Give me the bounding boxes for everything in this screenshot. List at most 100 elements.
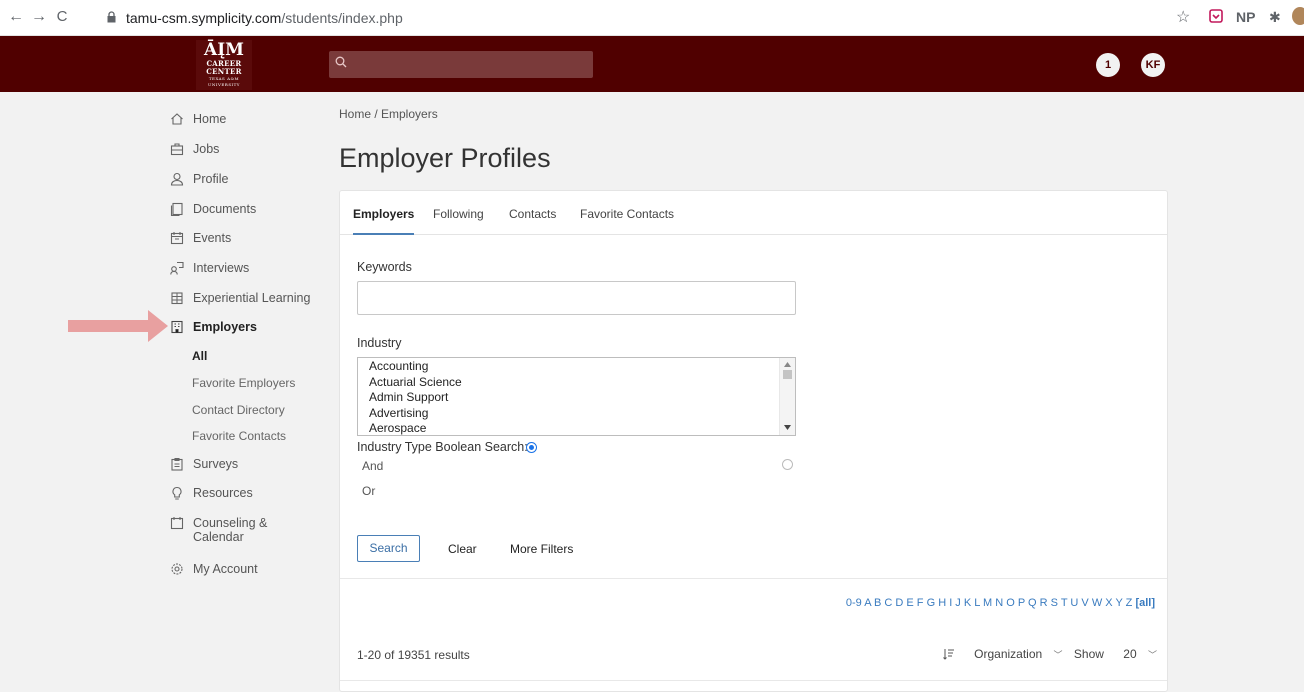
sidebar-item-counseling-calendar[interactable]: Counseling & Calendar: [170, 516, 267, 550]
sidebar-item-home[interactable]: Home: [170, 112, 226, 132]
lightbulb-icon: [172, 486, 182, 500]
sidebar-label: Resources: [193, 486, 253, 500]
search-button[interactable]: Search: [357, 535, 420, 562]
sidebar-subitem-favorite-employers[interactable]: Favorite Employers: [192, 376, 295, 390]
page-title: Employer Profiles: [339, 143, 551, 173]
boolean-or-label: Or: [362, 484, 376, 498]
site-header: ĀĮM CAREER CENTER TEXAS A&M UNIVERSITY 1…: [0, 36, 1304, 92]
alphabet-index: 0-9 A B C D E F G H I J K L M N O P Q R …: [846, 597, 1155, 609]
tab-employers[interactable]: Employers: [353, 207, 415, 235]
sidebar-item-employers[interactable]: Employers: [170, 320, 257, 340]
tab-contacts[interactable]: Contacts: [509, 207, 556, 221]
sidebar-subitem-contact-directory[interactable]: Contact Directory: [192, 403, 285, 417]
building-icon: [171, 292, 183, 305]
np-extension-icon[interactable]: NP: [1236, 9, 1255, 25]
sidebar-label: Interviews: [193, 261, 250, 275]
sidebar-label: Events: [193, 231, 232, 245]
reload-icon[interactable]: C: [52, 8, 72, 25]
show-label: Show: [1073, 647, 1104, 661]
sidebar-label: Home: [193, 112, 227, 126]
listbox-scrollbar[interactable]: [779, 358, 795, 435]
sort-order-icon[interactable]: [942, 648, 955, 660]
scroll-thumb[interactable]: [783, 370, 792, 379]
sidebar-label: My Account: [193, 562, 258, 576]
breadcrumb: Home / Employers: [339, 107, 438, 121]
global-search-input[interactable]: [329, 51, 593, 78]
office-icon: [171, 320, 183, 334]
pointer-arrow: [68, 310, 168, 342]
user-avatar[interactable]: KF: [1141, 53, 1165, 77]
extensions-puzzle-icon[interactable]: ✱: [1269, 9, 1281, 26]
page-size-dropdown[interactable]: 20 ﹀: [1115, 647, 1157, 661]
sidebar-item-my-account[interactable]: My Account: [170, 562, 258, 582]
industry-option[interactable]: Advertising: [358, 406, 795, 422]
industry-label: Industry: [357, 336, 402, 350]
scroll-down-icon[interactable]: [784, 425, 791, 430]
industry-option[interactable]: Accounting: [358, 359, 795, 375]
divider: [340, 680, 1167, 681]
tab-following[interactable]: Following: [433, 207, 484, 221]
sidebar-item-experiential-learning[interactable]: Experiential Learning: [170, 291, 310, 311]
sort-controls: Organization ﹀ Show 20 ﹀: [942, 647, 1157, 661]
logo-line-university: TEXAS A&M UNIVERSITY: [208, 76, 240, 87]
sidebar-subitem-all[interactable]: All: [192, 349, 207, 363]
boolean-and-radio[interactable]: [526, 442, 537, 453]
url-path: /students/index.php: [281, 10, 403, 26]
sidebar-label: Calendar: [193, 530, 244, 544]
person-icon: [170, 172, 184, 186]
sidebar-label: Counseling &: [193, 516, 268, 530]
sidebar-label: Experiential Learning: [193, 291, 311, 305]
sidebar-item-resources[interactable]: Resources: [170, 486, 253, 506]
sort-by-dropdown[interactable]: Organization ﹀: [966, 647, 1062, 661]
tab-bar: Employers Following Contacts Favorite Co…: [340, 191, 1167, 235]
url-domain: tamu-csm.symplicity.com: [126, 10, 282, 26]
sidebar-item-jobs[interactable]: Jobs: [170, 142, 219, 162]
chevron-down-icon: ﹀: [1053, 650, 1063, 660]
sidebar-item-events[interactable]: Events: [170, 231, 231, 251]
search-icon: [335, 56, 347, 68]
profile-avatar[interactable]: [1292, 7, 1304, 25]
document-icon: [170, 202, 183, 216]
logo-line-center: CENTER: [206, 67, 242, 76]
page-size-value: 20: [1123, 647, 1137, 661]
alphabet-letters[interactable]: 0-9 A B C D E F G H I J K L M N O P Q R …: [846, 597, 1132, 609]
alphabet-all-link[interactable]: [all]: [1135, 597, 1155, 609]
bookmark-star-icon[interactable]: ☆: [1176, 7, 1190, 27]
career-center-logo[interactable]: ĀĮM CAREER CENTER TEXAS A&M UNIVERSITY: [196, 40, 252, 90]
sidebar-item-profile[interactable]: Profile: [170, 172, 228, 192]
logo-mark: ĀĮM: [204, 40, 244, 60]
industry-option[interactable]: Actuarial Science: [358, 375, 795, 391]
clear-button[interactable]: Clear: [448, 542, 477, 556]
industry-option[interactable]: Admin Support: [358, 390, 795, 406]
sidebar-label: Documents: [193, 202, 257, 216]
browser-toolbar: ← → C tamu-csm.symplicity.com/students/i…: [0, 0, 1304, 36]
address-bar[interactable]: tamu-csm.symplicity.com/students/index.p…: [126, 10, 403, 26]
boolean-and-label: And: [362, 459, 384, 473]
calendar-outline-icon: [170, 517, 184, 530]
pocket-icon[interactable]: [1209, 9, 1223, 23]
industry-listbox[interactable]: Accounting Actuarial Science Admin Suppo…: [357, 357, 796, 436]
briefcase-icon: [170, 143, 184, 156]
sidebar-item-surveys[interactable]: Surveys: [170, 457, 238, 477]
boolean-search-label: Industry Type Boolean Search:: [357, 440, 528, 454]
forward-icon[interactable]: →: [29, 8, 49, 26]
sidebar-label: Profile: [193, 172, 229, 186]
tab-favorite-contacts[interactable]: Favorite Contacts: [580, 207, 674, 221]
boolean-or-radio[interactable]: [782, 459, 793, 470]
calendar-icon: [170, 232, 184, 245]
back-icon[interactable]: ←: [6, 8, 26, 26]
keywords-label: Keywords: [357, 260, 412, 274]
divider: [340, 578, 1167, 579]
notification-badge[interactable]: 1: [1096, 53, 1120, 77]
scroll-up-icon[interactable]: [784, 362, 791, 367]
sidebar-label: Employers: [193, 320, 257, 334]
interviews-icon: [170, 261, 184, 275]
keywords-input[interactable]: [357, 281, 796, 315]
more-filters-button[interactable]: More Filters: [510, 542, 573, 556]
results-count: 1-20 of 19351 results: [357, 648, 470, 662]
sidebar-item-documents[interactable]: Documents: [170, 202, 256, 222]
sidebar-subitem-favorite-contacts[interactable]: Favorite Contacts: [192, 429, 286, 443]
sidebar-item-interviews[interactable]: Interviews: [170, 261, 249, 281]
home-icon: [171, 113, 183, 125]
industry-option[interactable]: Aerospace: [358, 421, 795, 435]
